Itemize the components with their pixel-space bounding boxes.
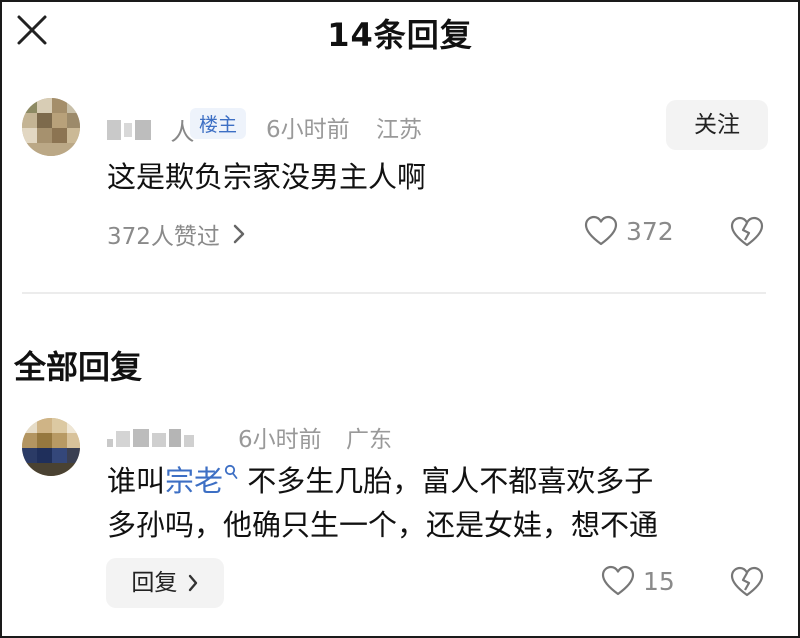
reply-button[interactable]: 回复	[106, 558, 224, 608]
comment-text-line-2: 多孙吗，他确只生一个，还是女娃，想不通	[107, 508, 659, 542]
avatar[interactable]	[22, 98, 80, 156]
chevron-right-icon	[188, 574, 197, 592]
top-bar: 14条回复	[0, 0, 800, 64]
like-button[interactable]: 372	[584, 215, 674, 247]
broken-heart-icon	[730, 566, 764, 597]
comment-time: 6小时前	[266, 117, 350, 143]
like-count: 15	[643, 566, 675, 596]
section-title: 全部回复	[14, 348, 143, 386]
op-badge: 楼主	[190, 108, 247, 139]
username-blurred[interactable]: 人	[107, 112, 194, 147]
page-title: 14条回复	[327, 16, 473, 54]
dislike-button[interactable]	[730, 216, 764, 252]
comment-time: 6小时前	[238, 427, 322, 453]
heart-icon	[601, 565, 635, 596]
like-count: 372	[626, 216, 674, 246]
divider	[22, 292, 766, 294]
comment-text: 这是欺负宗家没男主人啊	[107, 160, 427, 194]
comment-text: 谁叫宗老 不多生几胎，富人不都喜欢多子 多孙吗，他确只生一个，还是女娃，想不通	[107, 459, 767, 547]
like-button[interactable]: 15	[601, 565, 675, 597]
broken-heart-icon	[730, 216, 764, 247]
username: 人	[156, 118, 195, 146]
likes-summary-text: 372人赞过	[107, 224, 220, 250]
comment-text-line-1: 谁叫宗老 不多生几胎，富人不都喜欢多子	[107, 464, 654, 498]
follow-button[interactable]: 关注	[666, 100, 768, 150]
search-icon	[224, 465, 238, 480]
avatar[interactable]	[22, 418, 80, 476]
heart-icon	[584, 215, 618, 246]
dislike-button[interactable]	[730, 566, 764, 602]
likes-summary-link[interactable]: 372人赞过	[107, 217, 246, 251]
comment-location: 江苏	[376, 117, 422, 143]
username-blurred[interactable]	[107, 427, 197, 447]
chevron-right-icon	[233, 224, 245, 244]
keyword-link[interactable]: 宗老	[165, 464, 238, 498]
comment-location: 广东	[346, 427, 392, 453]
reply-label: 回复	[131, 570, 178, 596]
